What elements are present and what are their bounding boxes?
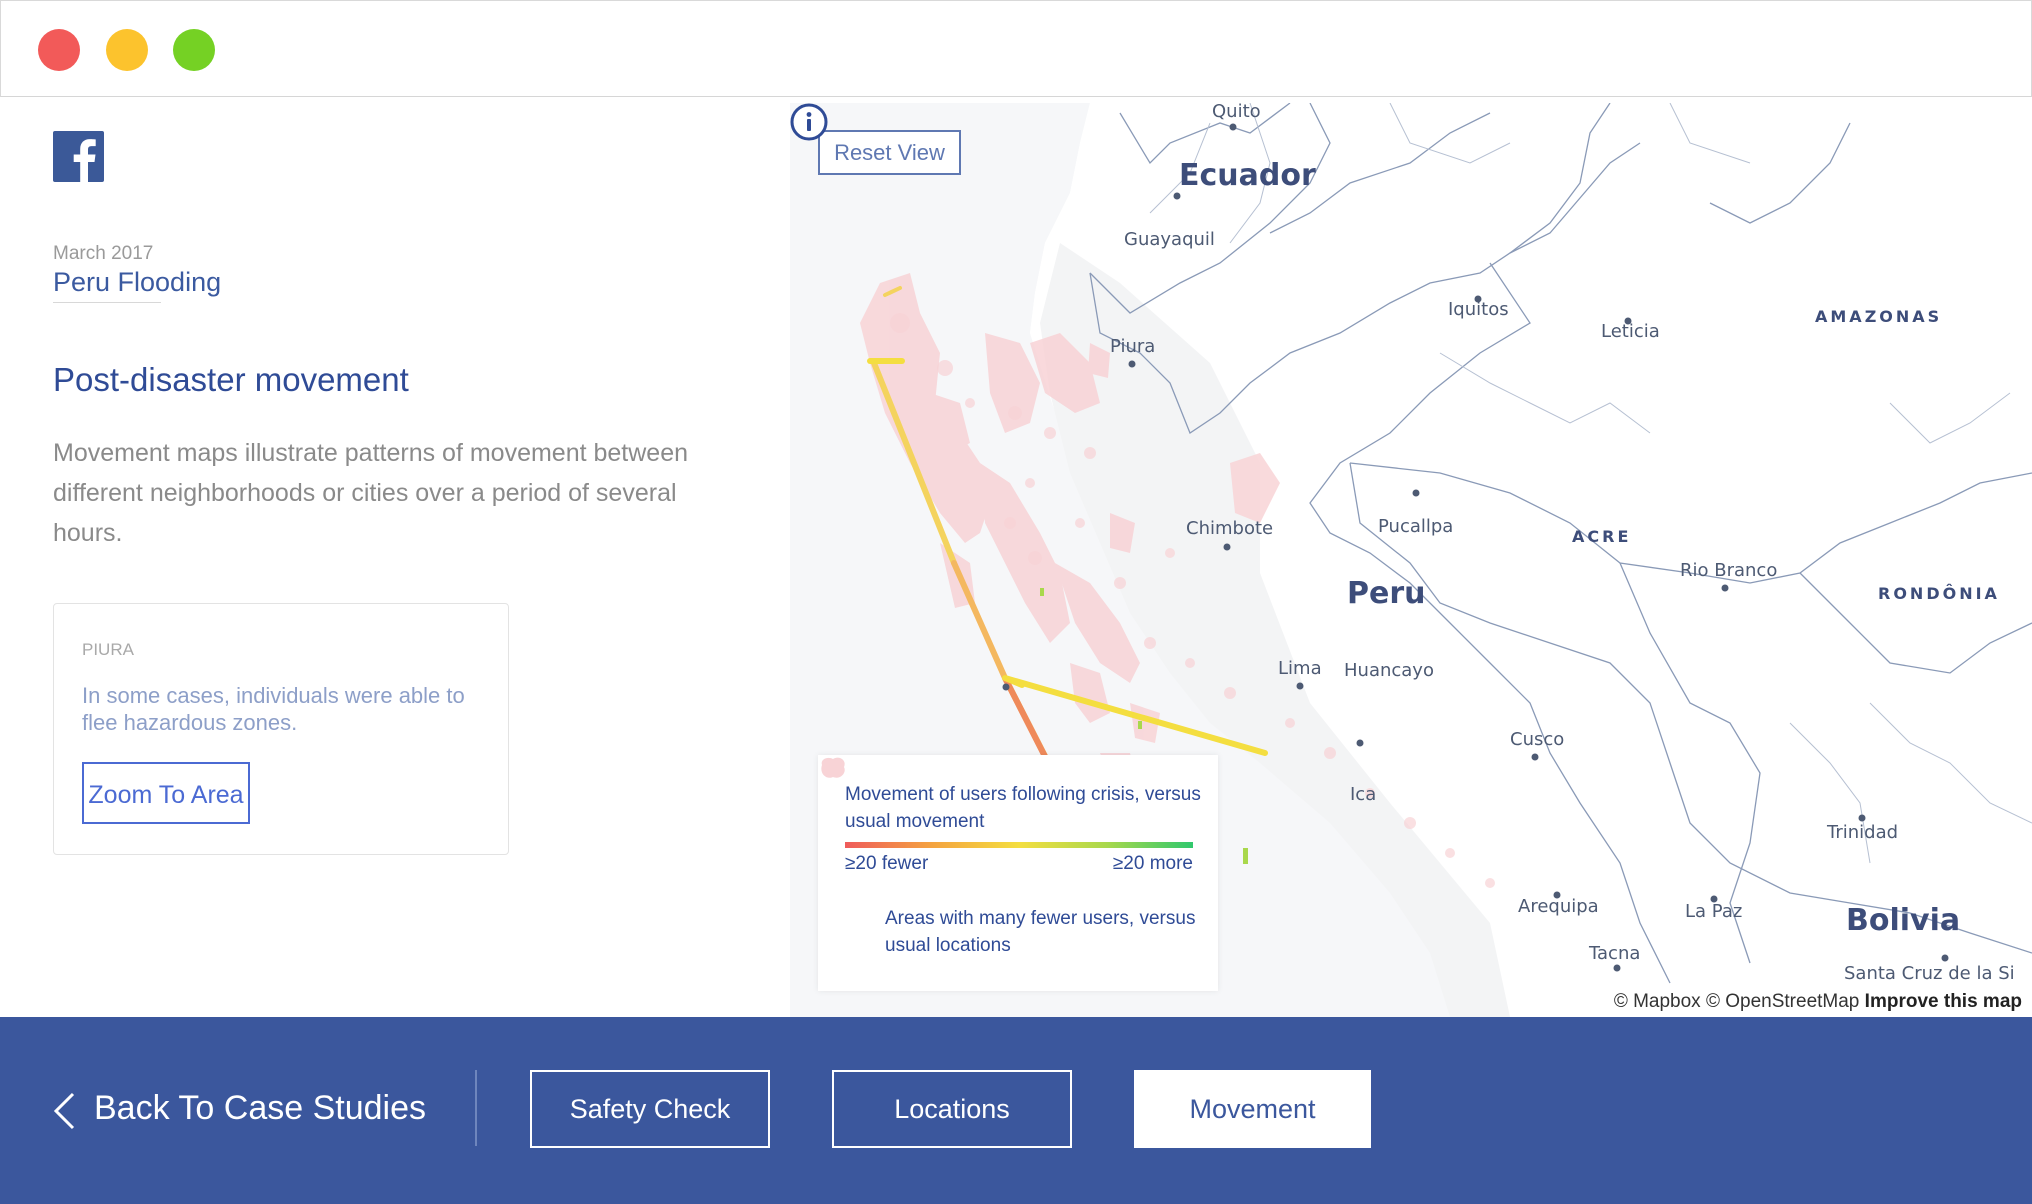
legend-color-scale bbox=[845, 842, 1193, 848]
tab-movement[interactable]: Movement bbox=[1134, 1070, 1371, 1148]
map-label-iquitos: Iquitos bbox=[1448, 299, 1509, 320]
osm-attribution-link[interactable]: © OpenStreetMap bbox=[1706, 991, 1859, 1012]
event-title: Peru Flooding bbox=[53, 267, 222, 297]
reset-view-button[interactable]: Reset View bbox=[818, 130, 961, 175]
map-label-ecuador: Ecuador bbox=[1179, 158, 1316, 193]
map-label-ica: Ica bbox=[1350, 784, 1377, 805]
info-icon[interactable] bbox=[790, 103, 828, 141]
movement-map[interactable]: Quito Ecuador Guayaquil Iquitos Leticia … bbox=[790, 103, 2032, 1017]
bottom-navigation: Back To Case Studies Safety Check Locati… bbox=[0, 1017, 2032, 1204]
legend-title: Movement of users following crisis, vers… bbox=[845, 784, 1201, 832]
map-label-cusco: Cusco bbox=[1510, 729, 1565, 750]
map-label-trinidad: Trinidad bbox=[1827, 822, 1899, 843]
map-label-guayaquil: Guayaquil bbox=[1124, 229, 1215, 250]
section-title: Post-disaster movement bbox=[53, 361, 409, 398]
maximize-window-button[interactable] bbox=[173, 29, 215, 71]
card-text: In some cases, individuals were able to … bbox=[82, 683, 465, 735]
map-label-huancayo: Huancayo bbox=[1344, 660, 1434, 681]
map-label-santa-cruz: Santa Cruz de la Si bbox=[1844, 963, 2015, 984]
map-legend: Movement of users following crisis, vers… bbox=[818, 755, 1218, 991]
map-label-arequipa: Arequipa bbox=[1518, 896, 1599, 917]
map-label-peru: Peru bbox=[1347, 576, 1426, 611]
map-label-pucallpa: Pucallpa bbox=[1378, 516, 1454, 537]
location-card: PIURA In some cases, individuals were ab… bbox=[53, 603, 509, 855]
mapbox-attribution-link[interactable]: © Mapbox bbox=[1614, 991, 1701, 1012]
map-label-bolivia: Bolivia bbox=[1846, 903, 1961, 938]
fewer-users-area-swatch-icon bbox=[821, 757, 845, 778]
event-date: March 2017 bbox=[53, 243, 154, 264]
facebook-logo-icon[interactable] bbox=[53, 131, 104, 182]
back-to-case-studies-link[interactable]: Back To Case Studies bbox=[94, 1089, 426, 1128]
improve-map-link[interactable]: Improve this map bbox=[1865, 991, 2022, 1012]
map-label-rio-branco: Rio Branco bbox=[1680, 560, 1778, 581]
minimize-window-button[interactable] bbox=[106, 29, 148, 71]
section-description: Movement maps illustrate patterns of mov… bbox=[53, 439, 689, 547]
tab-safety-check[interactable]: Safety Check bbox=[530, 1070, 770, 1148]
nav-divider bbox=[475, 1070, 477, 1146]
map-label-la-paz: La Paz bbox=[1685, 901, 1743, 922]
event-title-divider bbox=[53, 302, 161, 303]
legend-scale-min-label: ≥20 fewer bbox=[845, 853, 929, 874]
sidebar-panel: March 2017 Peru Flooding Post-disaster m… bbox=[0, 103, 790, 1017]
map-label-acre: ACRE bbox=[1572, 527, 1632, 546]
tab-locations[interactable]: Locations bbox=[832, 1070, 1072, 1148]
chevron-left-icon[interactable] bbox=[52, 1091, 76, 1131]
legend-areas-label: Areas with many fewer users, versus usua… bbox=[885, 908, 1196, 956]
close-window-button[interactable] bbox=[38, 29, 80, 71]
map-label-rondonia: RONDÔNIA bbox=[1878, 584, 2000, 603]
map-label-chimbote: Chimbote bbox=[1186, 518, 1274, 539]
window-titlebar bbox=[0, 0, 2032, 97]
map-label-lima: Lima bbox=[1278, 658, 1322, 679]
map-label-tacna: Tacna bbox=[1589, 943, 1641, 964]
legend-scale-max-label: ≥20 more bbox=[1112, 853, 1193, 874]
map-label-leticia: Leticia bbox=[1601, 321, 1660, 342]
map-label-piura: Piura bbox=[1110, 336, 1156, 357]
card-kicker: PIURA bbox=[82, 640, 134, 659]
map-label-amazonas: AMAZONAS bbox=[1815, 307, 1943, 326]
map-attribution: © Mapbox © OpenStreetMap Improve this ma… bbox=[1603, 987, 2032, 1017]
map-label-quito: Quito bbox=[1212, 103, 1261, 122]
zoom-to-area-button[interactable]: Zoom To Area bbox=[82, 762, 250, 824]
